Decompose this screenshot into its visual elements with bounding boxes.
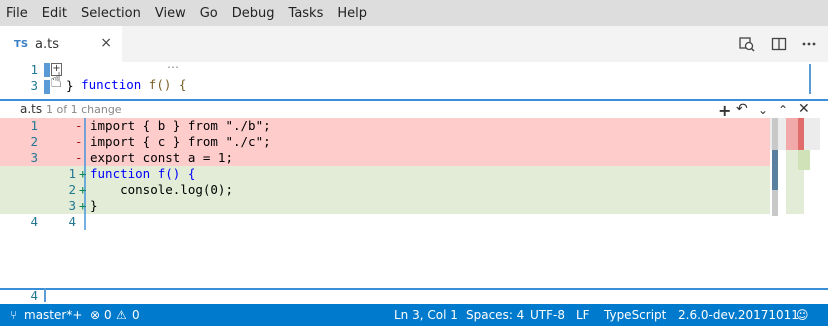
old-line-number: 2 — [30, 134, 38, 149]
diff-peek-filename: a.ts — [20, 102, 43, 116]
diff-marker: - — [75, 150, 83, 165]
diff-marker: + — [79, 166, 87, 181]
diff-peek-header: a.ts 1 of 1 change + ↶ ⌄ ⌃ ✕ — [0, 99, 828, 120]
added-code-line[interactable]: function f() { — [90, 166, 195, 181]
git-branch-icon: ⑂ — [10, 308, 18, 322]
close-icon[interactable]: × — [100, 35, 112, 51]
dirty-diff-indicator — [44, 288, 46, 302]
cursor-position[interactable]: Ln 3, Col 1 — [394, 308, 458, 322]
diff-overview-ruler[interactable] — [770, 118, 820, 216]
open-changes-icon[interactable] — [737, 34, 757, 54]
folded-ellipsis[interactable]: ⋯ — [167, 60, 179, 74]
menu-go[interactable]: Go — [200, 6, 218, 21]
code-text: f() { — [148, 77, 187, 92]
hand-cursor-icon: ☝ — [50, 68, 63, 92]
new-line-number: 2 — [68, 182, 76, 197]
old-line-number: 1 — [30, 118, 38, 133]
git-branch[interactable]: master*+ — [24, 308, 82, 322]
added-code-line[interactable]: console.log(0); — [90, 182, 233, 197]
diff-marker: - — [75, 118, 83, 133]
new-line-number: 4 — [68, 214, 76, 229]
feedback-icon[interactable]: ☺ — [796, 308, 809, 322]
more-actions-icon[interactable] — [799, 34, 819, 54]
menu-file[interactable]: File — [6, 6, 28, 21]
menu-view[interactable]: View — [155, 6, 186, 21]
keyword: function — [81, 77, 149, 92]
diff-marker: + — [79, 182, 87, 197]
menu-selection[interactable]: Selection — [81, 6, 141, 21]
status-bar: ⑂ master*+ ⊗ 0 ⚠ 0 Ln 3, Col 1 Spaces: 4… — [0, 304, 828, 326]
dirty-diff-indicator[interactable] — [44, 80, 50, 94]
old-line-number: 4 — [30, 214, 38, 229]
warning-icon: ⚠ — [116, 308, 127, 322]
error-icon: ⊗ — [90, 308, 101, 322]
diff-peek-summary: 1 of 1 change — [46, 103, 122, 116]
line-number: 3 — [30, 78, 38, 93]
indentation[interactable]: Spaces: 4 — [466, 308, 524, 322]
line-number: 1 — [30, 62, 38, 77]
revert-change-icon[interactable]: ↶ — [736, 101, 748, 117]
diff-body: 1 - import { b } from "./b"; 2 - import … — [0, 118, 828, 290]
added-code-line[interactable]: } — [90, 198, 98, 213]
tab-a-ts[interactable]: TS a.ts × — [0, 26, 122, 62]
close-peek-icon[interactable]: ✕ — [798, 101, 810, 117]
code-line-3[interactable]: } — [66, 78, 74, 93]
menu-bar: File Edit Selection View Go Debug Tasks … — [0, 0, 828, 26]
menu-debug[interactable]: Debug — [232, 6, 275, 21]
next-change-icon[interactable]: ⌄ — [758, 103, 768, 117]
old-line-number: 3 — [30, 150, 38, 165]
typescript-version[interactable]: 2.6.0-dev.20171011 — [678, 308, 799, 322]
error-count[interactable]: 0 — [104, 308, 112, 322]
encoding[interactable]: UTF-8 — [530, 308, 565, 322]
diff-marker: - — [75, 134, 83, 149]
removed-code-line[interactable]: import { b } from "./b"; — [90, 118, 271, 133]
diff-marker: + — [79, 198, 87, 213]
menu-tasks[interactable]: Tasks — [289, 6, 324, 21]
new-line-number: 3 — [68, 198, 76, 213]
language-mode[interactable]: TypeScript — [604, 308, 666, 322]
tab-label: a.ts — [35, 36, 59, 52]
removed-code-line[interactable]: import { c } from "./c"; — [90, 134, 271, 149]
warning-count[interactable]: 0 — [132, 308, 140, 322]
removed-code-line[interactable]: export const a = 1; — [90, 150, 233, 165]
menu-help[interactable]: Help — [337, 6, 367, 21]
menu-edit[interactable]: Edit — [42, 6, 67, 21]
diff-added-row — [0, 198, 770, 214]
line-ending[interactable]: LF — [576, 308, 590, 322]
new-line-number: 1 — [68, 166, 76, 181]
typescript-icon: TS — [14, 38, 29, 50]
tab-bar: TS a.ts × — [0, 26, 828, 62]
overview-ruler-mark — [809, 64, 811, 94]
line-number: 4 — [30, 288, 38, 303]
previous-change-icon[interactable]: ⌃ — [778, 103, 788, 117]
split-editor-icon[interactable] — [769, 34, 789, 54]
